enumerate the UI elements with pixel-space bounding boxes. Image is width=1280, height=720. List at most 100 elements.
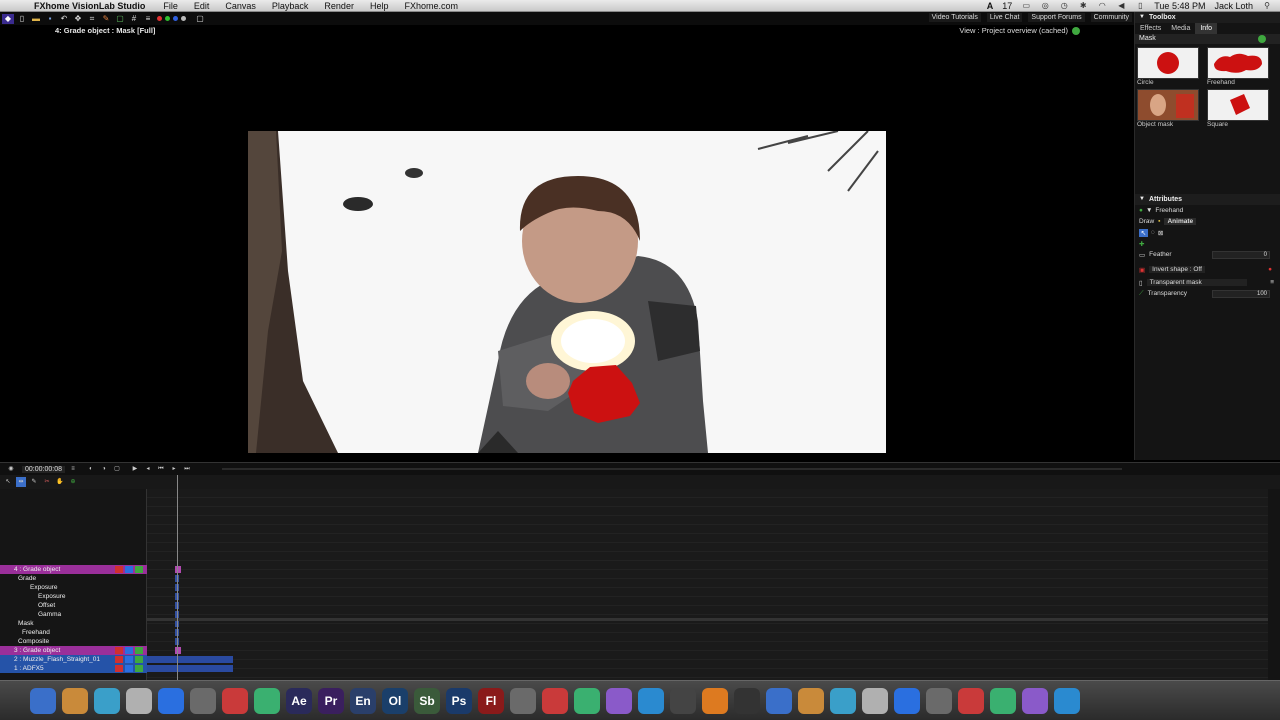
dock-app-icon[interactable] <box>126 687 152 714</box>
transparent-mask-menu-icon[interactable]: ≡ <box>1270 279 1274 286</box>
fullscreen-icon[interactable]: ▢ <box>112 464 122 474</box>
mask-item-circle[interactable]: Circle <box>1137 47 1203 87</box>
select-arrow-icon[interactable]: ↖ <box>1139 228 1148 237</box>
live-chat-link[interactable]: Live Chat <box>986 13 1023 22</box>
dock-app-icon-sb[interactable]: Sb <box>414 687 440 714</box>
track-row[interactable]: 1 : ADFX5 <box>0 664 147 673</box>
menu-file[interactable]: File <box>163 1 178 11</box>
dock-app-icon[interactable] <box>158 687 184 714</box>
arrow-icon[interactable] <box>125 665 133 672</box>
arrow-icon[interactable] <box>125 566 133 573</box>
arrow-icon[interactable] <box>125 656 133 663</box>
dock-app-icon-ps[interactable]: Ps <box>446 687 472 714</box>
dock-app-icon-en[interactable]: En <box>350 687 376 714</box>
attributes-header[interactable]: ▼ Attributes <box>1135 194 1280 205</box>
menu-playback[interactable]: Playback <box>272 1 309 11</box>
selected-object-row[interactable]: ● ▼ Freehand <box>1135 205 1280 216</box>
dock-app-icon[interactable] <box>62 687 88 714</box>
dock-app-icon[interactable] <box>638 687 664 714</box>
app-name-menu[interactable]: FXhome VisionLab Studio <box>34 1 145 11</box>
battery-icon[interactable]: ▯ <box>1135 2 1145 10</box>
dock-app-icon[interactable] <box>542 687 568 714</box>
lasso-icon[interactable]: ◌ <box>1151 229 1155 236</box>
add-point-icon[interactable]: ✚ <box>1139 240 1144 248</box>
lock-icon[interactable]: ▪ <box>1158 218 1160 225</box>
menu-fxhome-com[interactable]: FXhome.com <box>404 1 458 11</box>
dock-app-icon[interactable] <box>1022 687 1048 714</box>
adobe-status-icon[interactable]: A <box>987 1 994 11</box>
mask-section-header[interactable]: Mask <box>1135 34 1280 44</box>
mode-draw[interactable]: Draw <box>1139 218 1154 225</box>
dock-app-icon[interactable] <box>702 687 728 714</box>
expand-triangle-icon[interactable]: ▼ <box>1146 207 1152 214</box>
track-row[interactable]: 4 : Grade object <box>0 565 147 574</box>
trim-tool-icon[interactable]: ⇹ <box>16 477 26 487</box>
track-row[interactable]: Offset <box>0 601 147 610</box>
paint-icon[interactable]: ✎ <box>100 14 112 24</box>
timecode-display[interactable]: 00:00:00:08 <box>22 465 65 473</box>
track-row[interactable]: Mask <box>0 619 147 628</box>
dock-app-icon[interactable] <box>990 687 1016 714</box>
visible-icon[interactable] <box>135 656 143 663</box>
dock-app-icon[interactable] <box>574 687 600 714</box>
dock-app-icon[interactable] <box>1054 687 1080 714</box>
dock-app-icon[interactable] <box>926 687 952 714</box>
open-folder-icon[interactable]: ▬ <box>30 14 42 24</box>
add-layer-icon[interactable]: ⊕ <box>68 477 78 487</box>
dock-app-icon[interactable] <box>862 687 888 714</box>
visible-icon[interactable] <box>135 647 143 654</box>
dock-app-icon-pr[interactable]: Pr <box>318 687 344 714</box>
visible-icon[interactable] <box>135 665 143 672</box>
undo-icon[interactable]: ↶ <box>58 14 70 24</box>
playhead[interactable] <box>177 475 178 681</box>
dock-app-icon-fl[interactable]: Fl <box>478 687 504 714</box>
wifi-icon[interactable]: ◠ <box>1097 2 1107 10</box>
visible-dot-icon[interactable]: ● <box>1139 207 1143 214</box>
pointer-tool-icon[interactable]: ↖ <box>3 477 13 487</box>
support-forums-link[interactable]: Support Forums <box>1028 13 1085 22</box>
dock-app-icon[interactable] <box>670 687 696 714</box>
red-channel-icon[interactable] <box>157 16 162 21</box>
dock-app-icon[interactable] <box>798 687 824 714</box>
user-name[interactable]: Jack Loth <box>1214 1 1253 11</box>
menu-help[interactable]: Help <box>370 1 389 11</box>
track-row[interactable]: Exposure <box>0 583 147 592</box>
dock-app-icon[interactable] <box>958 687 984 714</box>
video-tutorials-link[interactable]: Video Tutorials <box>928 13 981 22</box>
green-channel-icon[interactable] <box>165 16 170 21</box>
grid-icon[interactable]: # <box>128 14 140 24</box>
track-lanes[interactable] <box>147 489 1268 681</box>
next-frame-icon[interactable]: ▸ <box>169 464 179 474</box>
blue-channel-icon[interactable] <box>173 16 178 21</box>
solo-icon[interactable] <box>115 665 123 672</box>
bluetooth-icon[interactable]: ✱ <box>1078 2 1088 10</box>
dock-app-icon-ol[interactable]: Ol <box>382 687 408 714</box>
rect-select-icon[interactable]: ▢ <box>114 14 126 24</box>
track-row[interactable]: Freehand <box>0 628 147 637</box>
collapse-triangle-icon[interactable]: ▼ <box>1139 12 1145 23</box>
dock-app-icon[interactable] <box>510 687 536 714</box>
menu-canvas[interactable]: Canvas <box>225 1 256 11</box>
track-clip[interactable] <box>147 656 233 663</box>
frame-icon[interactable]: ▢ <box>194 14 206 24</box>
dock-app-icon-ae[interactable]: Ae <box>286 687 312 714</box>
track-clip[interactable] <box>147 665 233 672</box>
mode-animate[interactable]: Animate <box>1164 218 1197 225</box>
razor-tool-icon[interactable]: ✂ <box>42 477 52 487</box>
dock-app-icon[interactable] <box>766 687 792 714</box>
prev-frame-icon[interactable]: ◂ <box>143 464 153 474</box>
add-icon[interactable] <box>1258 35 1266 43</box>
dock-app-icon[interactable] <box>830 687 856 714</box>
playback-scrubber[interactable] <box>221 468 1122 470</box>
list-icon[interactable]: ≡ <box>142 14 154 24</box>
mask-item-freehand[interactable]: Freehand <box>1207 47 1273 87</box>
community-link[interactable]: Community <box>1090 13 1132 22</box>
spotlight-icon[interactable]: ⚲ <box>1262 2 1272 10</box>
go-end-icon[interactable]: ⏭ <box>182 464 192 474</box>
arrow-icon[interactable] <box>125 647 133 654</box>
move-icon[interactable]: ✥ <box>72 14 84 24</box>
dock-app-icon[interactable] <box>254 687 280 714</box>
sync-icon[interactable]: ◎ <box>1040 2 1050 10</box>
solo-icon[interactable] <box>115 566 123 573</box>
dock-app-icon[interactable] <box>30 687 56 714</box>
